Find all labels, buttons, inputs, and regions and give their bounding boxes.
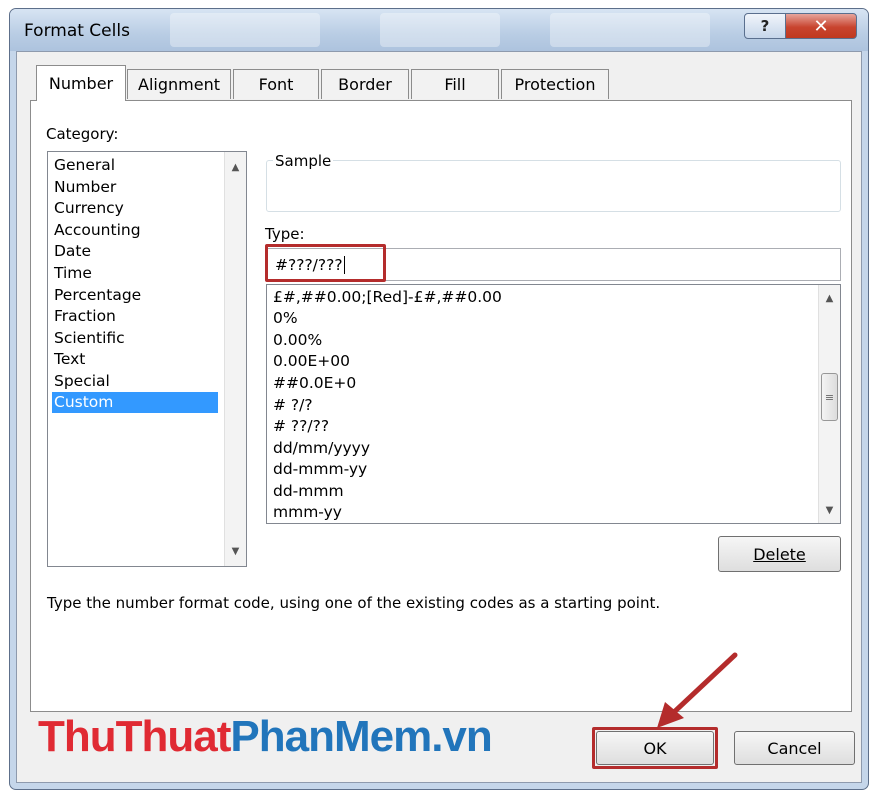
scroll-up-arrow-icon[interactable]: ▲ xyxy=(819,289,840,307)
scroll-down-arrow-icon[interactable]: ▼ xyxy=(225,542,246,560)
category-item-selected[interactable]: Custom xyxy=(52,392,218,413)
category-item[interactable]: Date xyxy=(52,241,222,262)
format-item[interactable]: mmm-yy xyxy=(271,502,811,522)
close-button[interactable]: ✕ xyxy=(785,13,857,39)
watermark-part2: PhanMem.vn xyxy=(230,712,492,761)
format-item[interactable]: £#,##0.00;[Red]-£#,##0.00 xyxy=(271,287,811,308)
format-item[interactable]: 0.00% xyxy=(271,330,811,351)
tab-label: Alignment xyxy=(138,75,220,94)
category-scrollbar[interactable]: ▲ ▼ xyxy=(224,152,246,566)
format-item[interactable]: dd/mm/yyyy xyxy=(271,438,811,459)
category-list[interactable]: General Number Currency Accounting Date … xyxy=(47,151,247,567)
blurred-background xyxy=(380,13,500,47)
blurred-background xyxy=(550,13,710,47)
help-button[interactable]: ? xyxy=(744,13,786,39)
hint-text: Type the number format code, using one o… xyxy=(47,594,661,612)
tab-fill[interactable]: Fill xyxy=(411,69,499,99)
scroll-up-arrow-icon[interactable]: ▲ xyxy=(225,158,246,176)
tab-font[interactable]: Font xyxy=(233,69,319,99)
category-item[interactable]: Text xyxy=(52,349,222,370)
scroll-down-arrow-icon[interactable]: ▼ xyxy=(819,501,840,519)
tab-number[interactable]: Number xyxy=(36,65,126,101)
cancel-button-label: Cancel xyxy=(767,738,822,758)
format-item[interactable]: 0.00E+00 xyxy=(271,351,811,372)
format-code-list[interactable]: £#,##0.00;[Red]-£#,##0.00 0% 0.00% 0.00E… xyxy=(266,284,841,524)
sample-group: Sample xyxy=(266,152,841,212)
category-item[interactable]: Time xyxy=(52,263,222,284)
format-item[interactable]: # ?/? xyxy=(271,395,811,416)
tab-label: Protection xyxy=(514,75,596,94)
type-label: Type: xyxy=(265,225,305,243)
highlight-box-type xyxy=(265,244,386,282)
sample-label: Sample xyxy=(273,152,334,170)
format-item[interactable]: 0% xyxy=(271,308,811,329)
category-item[interactable]: Special xyxy=(52,371,222,392)
watermark-logo: ThuThuatPhanMem.vn xyxy=(38,712,493,762)
category-item[interactable]: Currency xyxy=(52,198,222,219)
tab-protection[interactable]: Protection xyxy=(501,69,609,99)
tab-border[interactable]: Border xyxy=(321,69,409,99)
watermark-part1: ThuThuat xyxy=(38,712,231,761)
tab-label: Font xyxy=(258,75,294,94)
question-icon: ? xyxy=(760,17,770,35)
blurred-background xyxy=(170,13,320,47)
title-bar: Format Cells ? ✕ xyxy=(10,9,868,51)
close-icon: ✕ xyxy=(813,15,829,37)
category-item[interactable]: Fraction xyxy=(52,306,222,327)
tab-alignment[interactable]: Alignment xyxy=(127,69,231,99)
dialog-title: Format Cells xyxy=(24,21,130,41)
category-item[interactable]: Scientific xyxy=(52,328,222,349)
delete-button-label: Delete xyxy=(753,544,806,564)
category-item[interactable]: Percentage xyxy=(52,285,222,306)
tab-label: Number xyxy=(48,74,114,93)
category-item[interactable]: Accounting xyxy=(52,220,222,241)
format-item[interactable]: dd-mmm xyxy=(271,481,811,502)
delete-button[interactable]: Delete xyxy=(718,536,841,572)
format-item[interactable]: ##0.0E+0 xyxy=(271,373,811,394)
format-scrollbar[interactable]: ▲ ≡ ▼ xyxy=(818,285,840,523)
tab-label: Fill xyxy=(444,75,466,94)
category-item[interactable]: General xyxy=(52,155,222,176)
tab-label: Border xyxy=(338,75,392,94)
cancel-button[interactable]: Cancel xyxy=(734,731,855,765)
format-item[interactable]: # ??/?? xyxy=(271,416,811,437)
category-label: Category: xyxy=(46,125,119,143)
format-item[interactable]: dd-mmm-yy xyxy=(271,459,811,480)
scroll-thumb[interactable]: ≡ xyxy=(821,373,838,421)
category-item[interactable]: Number xyxy=(52,177,222,198)
highlight-box-ok xyxy=(592,727,718,769)
